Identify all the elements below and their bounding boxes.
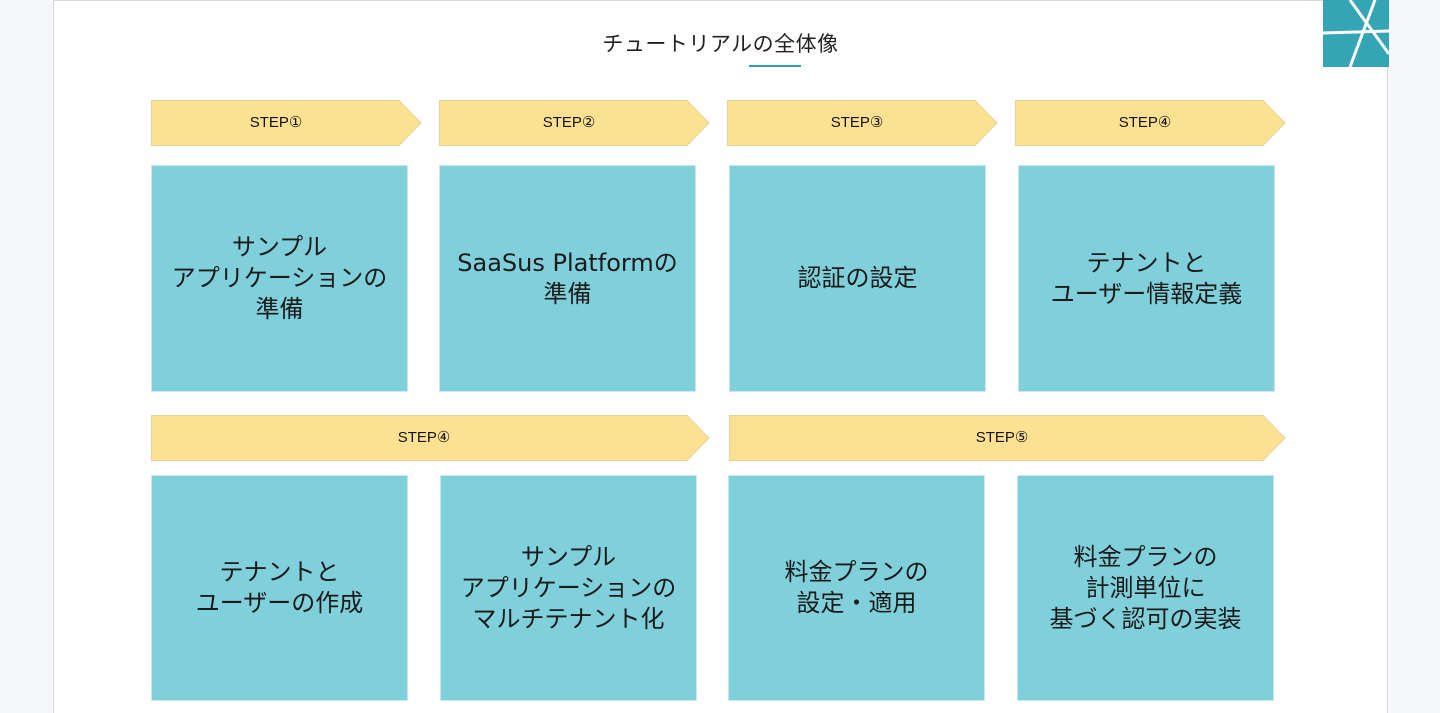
step-label: STEP④ xyxy=(1118,114,1172,131)
step-box-pricing-setup: 料金プランの 設定・適用 xyxy=(728,475,985,701)
box-text: 認証の設定 xyxy=(797,264,918,292)
step-box-multitenant: サンプル アプリケーションの マルチテナント化 xyxy=(440,475,697,701)
step-label: STEP③ xyxy=(830,114,884,131)
step-box-metering-authz: 料金プランの 計測単位に 基づく認可の実装 xyxy=(1017,475,1274,701)
step-label: STEP⑤ xyxy=(975,429,1029,446)
step-label: STEP② xyxy=(542,114,596,131)
page-title: チュートリアルの全体像 xyxy=(602,32,839,56)
step-arrow-row2-1: STEP④ xyxy=(151,415,710,461)
saasus-logo-icon xyxy=(1322,0,1391,68)
step-box-tenant-user-def: テナントと ユーザー情報定義 xyxy=(1018,165,1275,392)
step-arrow-3: STEP③ xyxy=(727,100,998,146)
title-underline xyxy=(749,65,801,67)
step-box-platform-prep: SaaSus Platformの 準備 xyxy=(439,165,696,392)
box-text: 料金プランの 計測単位に 基づく認可の実装 xyxy=(1049,542,1242,633)
box-text: サンプル アプリケーションの 準備 xyxy=(171,233,388,323)
box-text: 料金プランの 設定・適用 xyxy=(784,558,929,617)
step-label: STEP① xyxy=(249,114,303,131)
step-arrow-1: STEP① xyxy=(151,100,422,146)
box-text: テナントと ユーザーの作成 xyxy=(195,558,364,617)
step-box-auth-setup: 認証の設定 xyxy=(729,165,986,392)
box-text: サンプル アプリケーションの マルチテナント化 xyxy=(460,542,677,633)
step-box-sample-app-prep: サンプル アプリケーションの 準備 xyxy=(151,165,408,392)
box-text: SaaSus Platformの 準備 xyxy=(457,248,678,308)
step-arrow-row2-2: STEP⑤ xyxy=(729,415,1286,461)
step-box-tenant-user-create: テナントと ユーザーの作成 xyxy=(151,475,408,701)
box-text: テナントと ユーザー情報定義 xyxy=(1050,248,1243,308)
step-label: STEP④ xyxy=(397,429,451,446)
step-arrow-4: STEP④ xyxy=(1015,100,1286,146)
step-arrow-2: STEP② xyxy=(439,100,710,146)
